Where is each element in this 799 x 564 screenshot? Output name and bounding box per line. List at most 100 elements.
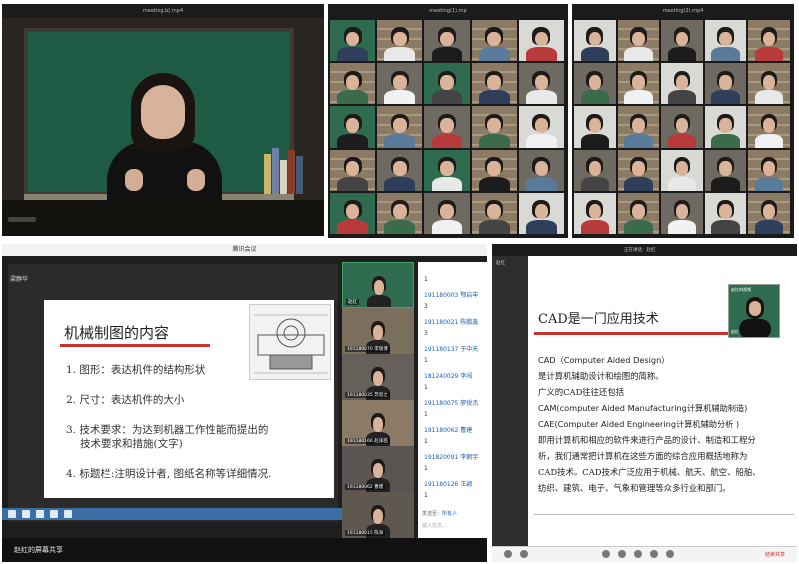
student-video-tile[interactable] <box>574 149 616 191</box>
student-video-tile[interactable] <box>377 106 423 148</box>
student-video-tile[interactable] <box>424 20 470 62</box>
student-video-tile[interactable] <box>330 149 376 191</box>
student-video-tile[interactable] <box>518 149 564 191</box>
student-video-tile[interactable] <box>377 192 423 234</box>
taskbar <box>2 508 342 520</box>
student-video-tile[interactable] <box>424 63 470 105</box>
student-video-tile[interactable] <box>518 106 564 148</box>
share-toolbar: 结束共享 <box>492 546 797 562</box>
slide-text-line: 即用计算机和相应的软件来进行产品的设计、制造和工程分 <box>538 435 756 445</box>
end-share-button[interactable]: 结束共享 <box>765 551 785 558</box>
student-video-tile[interactable] <box>574 192 616 234</box>
student-video-tile[interactable] <box>574 106 616 148</box>
student-video-tile[interactable] <box>748 106 790 148</box>
chat-input[interactable]: 输入信息... <box>422 522 447 529</box>
slide-item: 技术要求和措施(文字) <box>80 438 183 450</box>
student-video-tile[interactable] <box>424 192 470 234</box>
student-video-tile[interactable] <box>330 20 376 62</box>
student-video-tile[interactable] <box>471 20 517 62</box>
student-video-tile[interactable] <box>704 106 747 148</box>
video-window-title: meeting.b[.mp4 <box>2 4 324 18</box>
chat-message: 191180137 于中天 <box>424 345 479 353</box>
student-video-tile[interactable] <box>704 63 747 105</box>
slide: 机械制图的内容 1. 图形：表达机件的结构形状 2. 尺寸：表达机件的大小 3.… <box>44 300 334 498</box>
student-video-tile[interactable] <box>471 106 517 148</box>
student-video-tile[interactable] <box>617 20 660 62</box>
student-video-tile[interactable] <box>661 192 703 234</box>
student-video-tile[interactable] <box>748 192 790 234</box>
student-video-tile[interactable] <box>661 20 703 62</box>
student-video-tile[interactable] <box>518 20 564 62</box>
student-video-tile[interactable] <box>330 106 376 148</box>
share-icon[interactable] <box>634 550 642 558</box>
meeting-window: 腾讯会议 梁静华 机械制图的内容 1. 图形：表达机件的结构形状 2. 尺寸：表… <box>2 244 487 562</box>
student-video-tile[interactable] <box>574 20 616 62</box>
student-video-tile[interactable] <box>661 63 703 105</box>
window-title-bar: 正在讲话：赵红 <box>492 244 797 256</box>
student-video-tile[interactable] <box>518 63 564 105</box>
student-video-tile[interactable] <box>518 192 564 234</box>
chat-send-to[interactable]: 发送至：所有人 <box>422 510 457 517</box>
student-video-tile[interactable] <box>377 149 423 191</box>
participant-video[interactable]: 191180035 苏思之 <box>342 354 414 400</box>
participant-video[interactable]: 191180070 李瑞博 <box>342 308 414 354</box>
student-video-tile[interactable] <box>661 106 703 148</box>
student-video-tile[interactable] <box>574 63 616 105</box>
student-video-tile[interactable] <box>424 149 470 191</box>
participant-video[interactable]: 191180166 赵泽茜 <box>342 400 414 446</box>
student-video-tile[interactable] <box>617 192 660 234</box>
student-video-tile[interactable] <box>748 20 790 62</box>
student-video-tile[interactable] <box>471 63 517 105</box>
slide-item: 3. 技术要求：为达到机器工作性能而提出的 <box>66 424 269 436</box>
mechanical-drawing <box>249 304 331 380</box>
student-video-tile[interactable] <box>617 63 660 105</box>
student-gallery-b: meeting(2).mp4 <box>572 4 794 238</box>
chat-message: 191180003 鄂启丰 <box>424 291 479 299</box>
student-video-tile[interactable] <box>704 149 747 191</box>
chat-message: 1 <box>424 276 428 283</box>
slide-text-line: CAD技术。CAD技术广泛应用于机械、航天、航空、船舶、 <box>538 467 761 477</box>
student-video-tile[interactable] <box>330 192 376 234</box>
book <box>296 156 303 194</box>
student-video-tile[interactable] <box>471 192 517 234</box>
student-video-tile[interactable] <box>661 149 703 191</box>
book <box>288 150 295 194</box>
participants-icon[interactable] <box>602 550 610 558</box>
participant-video[interactable]: 191180015 陈添 <box>342 492 414 538</box>
chat-message: 1 <box>424 465 428 472</box>
student-video-tile[interactable] <box>330 63 376 105</box>
chat-message: 3 <box>424 330 428 337</box>
student-video-tile[interactable] <box>617 106 660 148</box>
teacher-figure <box>107 69 222 204</box>
participant-name: 191180166 赵泽茜 <box>345 438 390 444</box>
student-video-tile[interactable] <box>704 20 747 62</box>
slide-item: 1. 图形：表达机件的结构形状 <box>66 364 206 376</box>
presenter-pip-video[interactable]: 赵红的视频 赵红 <box>728 284 780 338</box>
student-video-tile[interactable] <box>377 20 423 62</box>
student-video-tile[interactable] <box>377 63 423 105</box>
mic-icon[interactable] <box>504 550 512 558</box>
book <box>280 160 287 194</box>
teacher-video-panel: meeting.b[.mp4 <box>2 4 324 236</box>
record-icon[interactable] <box>650 550 658 558</box>
student-video-tile[interactable] <box>471 149 517 191</box>
chat-message: 191820091 李朝宇 <box>424 453 479 461</box>
student-video-tile[interactable] <box>748 149 790 191</box>
participant-video[interactable]: 191180062 曹建 <box>342 446 414 492</box>
book <box>264 154 271 194</box>
chat-icon[interactable] <box>618 550 626 558</box>
student-video-tile[interactable] <box>617 149 660 191</box>
participant-list: 赵红 191180070 李瑞博 191180035 苏思之 191180166 赵泽… <box>342 262 416 538</box>
student-video-tile[interactable] <box>748 63 790 105</box>
camera-icon[interactable] <box>520 550 528 558</box>
chat-message: 1 <box>424 492 428 499</box>
chat-panel: 发送至：所有人 输入信息... 1 191180003 鄂启丰 3 191180021… <box>418 262 487 538</box>
settings-icon[interactable] <box>666 550 674 558</box>
video-window-title: meeting(2).mp4 <box>572 4 794 18</box>
student-video-tile[interactable] <box>424 106 470 148</box>
participant-video[interactable]: 赵红 <box>342 262 414 308</box>
student-video-tile[interactable] <box>704 192 747 234</box>
slide-item: 2. 尺寸：表达机件的大小 <box>66 394 185 406</box>
chat-message: 191180075 廖锐杰 <box>424 399 479 407</box>
video-progress[interactable] <box>8 217 36 222</box>
